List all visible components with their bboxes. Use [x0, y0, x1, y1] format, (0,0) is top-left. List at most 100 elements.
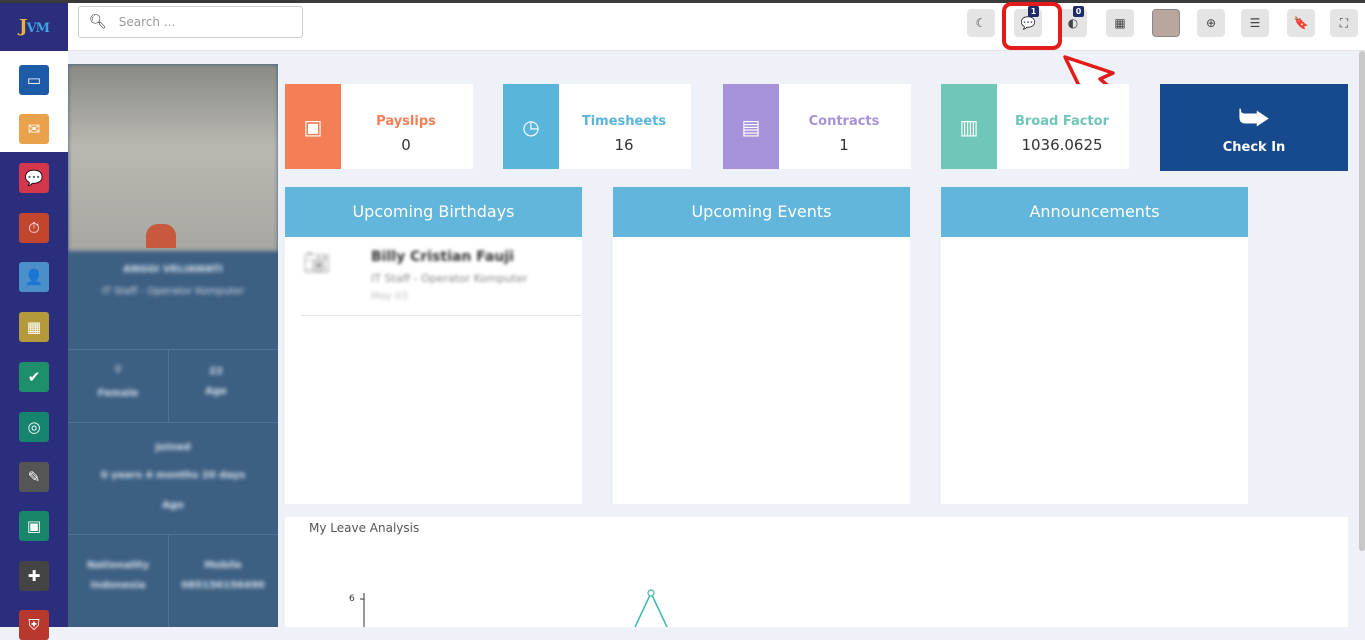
check-in-label: Check In [1222, 140, 1286, 155]
sidebar-item-more[interactable]: ⛨ [19, 610, 49, 640]
panel-title: Upcoming Birthdays [285, 187, 582, 237]
divider [301, 315, 581, 316]
birthday-person-date: May 03 [371, 291, 408, 302]
upcoming-birthdays-panel: Upcoming Birthdays 📷︎ Billy Cristian Fau… [285, 187, 582, 504]
profile-photo [68, 64, 278, 251]
bookmark-button[interactable]: 🔖 [1287, 9, 1315, 37]
fullscreen-icon: ⛶ [1339, 15, 1349, 30]
chat-button-highlight [1002, 2, 1062, 50]
sidebar-item-messages[interactable]: 💬 [19, 163, 49, 193]
eye-icon: ◐ [1067, 16, 1079, 30]
broad-factor-value: 1036.0625 [1021, 136, 1103, 154]
screen-check-icon: ✔ [27, 368, 41, 386]
profile-tenure: 0 years 4 months 20 days [100, 470, 246, 481]
profile-tenure-label: Ago [162, 500, 184, 511]
sidebar-item-dashboard-gauge[interactable]: ◎ [19, 412, 49, 442]
monitor-icon: ▭ [26, 71, 42, 89]
calculator-icon: ▦ [1114, 16, 1126, 30]
sidebar-item-mail[interactable]: ✉ [19, 114, 49, 144]
profile-joined-label: Joined [155, 442, 191, 453]
broad-factor-card[interactable]: ▥ Broad Factor 1036.0625 [941, 84, 1129, 169]
app-logo[interactable]: JVM [0, 3, 68, 50]
menu-icon: ☰ [1249, 16, 1261, 30]
menu-button[interactable]: ☰ [1241, 9, 1269, 37]
fullscreen-button[interactable]: ⛶ [1330, 9, 1358, 37]
sidebar-item-plugins[interactable]: ✚ [19, 561, 49, 591]
bar-chart-icon: ▥ [941, 84, 997, 169]
notifications-button[interactable]: ◐ 0 [1059, 6, 1087, 37]
search-icon: 🔍︎ [89, 14, 107, 30]
sidebar-item-calendar[interactable]: ▦ [19, 312, 49, 342]
profile-name: ANGGI VELIAWATI [123, 264, 223, 275]
divider [68, 534, 278, 535]
edit-icon: ✎ [27, 468, 41, 486]
language-button[interactable]: ⊕ [1197, 9, 1225, 37]
payslips-card[interactable]: ▣ Payslips 0 [285, 84, 473, 169]
search-input[interactable] [118, 15, 299, 29]
sidebar-item-timer[interactable]: ⏱ [19, 213, 49, 243]
divider [68, 349, 278, 350]
stopwatch-icon: ⏱ [28, 219, 40, 237]
leave-chart [360, 589, 668, 627]
gauge-icon: ◎ [27, 418, 41, 436]
check-in-button[interactable]: ⮩ Check In [1160, 84, 1348, 171]
theme-toggle-button[interactable]: ☾ [967, 9, 995, 37]
notifications-badge: 0 [1073, 6, 1084, 17]
leave-analysis-title: My Leave Analysis [309, 521, 420, 535]
profile-mobile-label: Mobile [204, 560, 242, 571]
chat-bubble-icon: 💬 [24, 169, 44, 187]
page-scrollbar[interactable] [1359, 51, 1365, 551]
panel-title: Upcoming Events [613, 187, 910, 237]
money-icon: ▣ [285, 84, 341, 169]
upcoming-events-panel: Upcoming Events [613, 187, 910, 504]
logo-text: VM [26, 21, 51, 36]
chart-line [634, 591, 668, 627]
profile-card: ANGGI VELIAWATI IT Staff - Operator Komp… [68, 64, 278, 627]
search-box[interactable]: 🔍︎ [78, 6, 303, 38]
profile-gender: Female [97, 388, 139, 399]
timesheets-title: Timesheets [581, 114, 667, 129]
calendar-icon: ▦ [26, 318, 42, 336]
moon-icon: ☾ [975, 16, 987, 30]
mail-icon: ✉ [27, 120, 41, 138]
birthday-person-role: IT Staff - Operator Komputer [371, 272, 528, 285]
calculator-button[interactable]: ▦ [1106, 9, 1134, 37]
shield-icon: ⛨ [28, 616, 40, 634]
broad-factor-title: Broad Factor [1014, 114, 1109, 129]
gender-icon: ♀ [114, 364, 122, 375]
sidebar-item-dashboard[interactable]: ▭ [19, 65, 49, 95]
profile-nationality: Indonesia [90, 580, 146, 591]
profile-photo-detail [146, 224, 176, 248]
y-axis-tick-label: 6 [349, 594, 355, 604]
profile-nationality-label: Nationality [86, 560, 150, 571]
clock-icon: ◷ [503, 84, 559, 169]
contracts-title: Contracts [808, 114, 880, 129]
announcements-panel: Announcements [941, 187, 1248, 504]
book-icon: ▤ [723, 84, 779, 169]
divider [168, 534, 169, 627]
puzzle-icon: ✚ [27, 567, 41, 585]
user-avatar-button[interactable] [1152, 9, 1180, 37]
leave-analysis-panel: My Leave Analysis 6 [285, 517, 1348, 627]
timesheets-value: 16 [614, 136, 634, 154]
sidebar-item-users[interactable]: 👤 [19, 262, 49, 292]
sidebar: JVM ▭ ✉ 💬 ⏱ 👤 ▦ ✔ ◎ ✎ ▣ ✚ ⛨ [0, 3, 68, 640]
contact-card-icon: ▣ [26, 517, 42, 535]
bookmark-icon: 🔖 [1293, 16, 1309, 30]
payslips-value: 0 [401, 136, 411, 154]
user-clock-icon: 👤 [24, 268, 44, 286]
sign-in-icon: ⮩ [1238, 98, 1270, 138]
profile-mobile: 085156156490 [181, 580, 265, 591]
contracts-card[interactable]: ▤ Contracts 1 [723, 84, 911, 169]
sidebar-item-notes[interactable]: ✎ [19, 462, 49, 492]
profile-age: 22 [209, 366, 223, 377]
globe-icon: ⊕ [1205, 16, 1217, 30]
birthday-person-name: Billy Cristian Fauji [371, 249, 514, 265]
divider [68, 422, 278, 423]
camera-icon: 📷︎ [303, 251, 331, 276]
profile-age-label: Age [205, 386, 227, 397]
sidebar-item-monitor-check[interactable]: ✔ [19, 362, 49, 392]
sidebar-item-contacts[interactable]: ▣ [19, 511, 49, 541]
timesheets-card[interactable]: ◷ Timesheets 16 [503, 84, 691, 169]
profile-role: IT Staff - Operator Komputer [101, 286, 245, 297]
